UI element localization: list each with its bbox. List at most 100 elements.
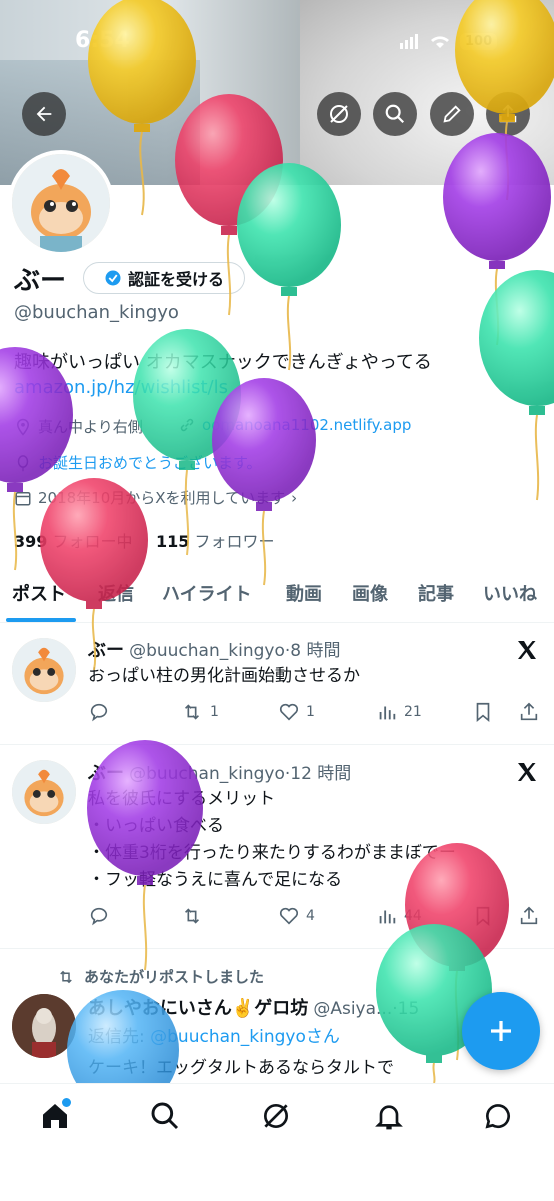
bookmark-button[interactable]: [472, 905, 494, 927]
views-count: 21: [404, 704, 422, 720]
tweet-header: ぶー @buuchan_kingyo·8 時間: [88, 636, 340, 662]
tab-likes[interactable]: いいね: [483, 580, 537, 606]
website-text[interactable]: oomanoana1102.netlify.app: [202, 416, 411, 434]
views-icon: [379, 706, 396, 720]
bookmark-button[interactable]: [472, 701, 494, 723]
repost-button[interactable]: 1: [180, 701, 219, 723]
tweet-author-handle[interactable]: @buuchan_kingyo: [129, 641, 285, 661]
profile-bio: 趣味がいっぱい オカマスナックできんぎょやってる: [14, 352, 432, 373]
following-count: 399: [14, 532, 48, 551]
location-icon: [16, 418, 30, 436]
goldfish-avatar-illustration: [12, 760, 76, 824]
x-logo-icon: [518, 763, 536, 781]
profile-name: ぶー: [14, 266, 67, 296]
reply-prefix: 返信先:: [88, 1027, 151, 1047]
repost-button[interactable]: [180, 905, 204, 927]
share-icon: [520, 702, 538, 721]
get-verified-button[interactable]: 認証を受ける: [83, 262, 245, 294]
tweet-author-name[interactable]: あしやおにいさん✌️ゲロ坊: [88, 998, 308, 1019]
like-icon: [279, 703, 299, 721]
balloon-icon: [17, 454, 29, 471]
tweet-avatar[interactable]: [12, 760, 76, 824]
tweet-avatar[interactable]: [12, 994, 76, 1058]
following-link[interactable]: 399 フォロー中: [14, 528, 133, 552]
calendar-icon: [15, 491, 31, 505]
views-button[interactable]: 21: [376, 701, 422, 723]
tab-replies[interactable]: 返信: [98, 580, 134, 606]
tab-posts[interactable]: ポスト: [12, 580, 66, 606]
like-button[interactable]: 4: [278, 905, 315, 927]
nav-notifications[interactable]: [372, 1100, 406, 1136]
search-button[interactable]: [373, 92, 417, 136]
status-time: 6:54: [75, 28, 130, 53]
share-button[interactable]: [486, 92, 530, 136]
chevron-right-icon: ›: [291, 488, 298, 507]
tab-highlights[interactable]: ハイライト: [162, 580, 252, 606]
tab-images[interactable]: 画像: [352, 580, 388, 606]
views-button[interactable]: 44: [376, 905, 422, 927]
tweet-header: ぶー @buuchan_kingyo·12 時間: [88, 759, 351, 785]
tweet-divider: [0, 948, 554, 949]
nav-search[interactable]: [148, 1100, 182, 1136]
like-icon: [279, 907, 299, 925]
tweet-author-handle[interactable]: @buuchan_kingyo: [129, 764, 285, 784]
followers-count: 115: [156, 532, 190, 551]
search-icon: [151, 1102, 179, 1130]
tweet-avatar[interactable]: [12, 638, 76, 702]
tweet-time: 12 時間: [290, 764, 352, 784]
profile-bio-link[interactable]: amazon.jp/hz/wishlist/ls: [14, 377, 228, 398]
nav-messages[interactable]: [481, 1100, 515, 1136]
profile-handle: @buuchan_kingyo: [14, 302, 179, 323]
tweet-author-name[interactable]: ぶー: [88, 640, 124, 661]
joined-text: 2018年10月からXを利用しています: [38, 489, 286, 507]
balloon-green: [479, 270, 554, 501]
bookmark-icon: [476, 906, 490, 927]
bottom-nav: [0, 1083, 554, 1201]
like-button[interactable]: 1: [278, 701, 315, 723]
views-count: 44: [404, 908, 422, 924]
compose-button[interactable]: [462, 992, 540, 1070]
tweet-text: ケーキ！エッグタルトあるならタルトで: [88, 1058, 394, 1078]
profile-website[interactable]: oomanoana1102.netlify.app: [178, 416, 411, 434]
reply-to-handle[interactable]: @buuchan_kingyoさん: [150, 1027, 340, 1047]
tweet-time: 15: [397, 999, 420, 1019]
get-verified-label: 認証を受ける: [127, 270, 224, 289]
reply-button[interactable]: [88, 701, 110, 723]
bookmark-icon: [476, 702, 490, 723]
tweet-header: あしやおにいさん✌️ゲロ坊 @Asiya...·15: [88, 994, 419, 1020]
reply-context: 返信先: @buuchan_kingyoさん: [88, 1022, 340, 1047]
back-button[interactable]: [22, 92, 66, 136]
birthday-text: お誕生日おめでとうございます。: [38, 454, 262, 472]
repost-indicator: あなたがリポストしました: [56, 966, 264, 987]
user-avatar-illustration: [12, 994, 76, 1058]
views-icon: [379, 910, 396, 924]
tweet-author-handle[interactable]: @Asiya...: [313, 999, 392, 1019]
nav-home[interactable]: [38, 1098, 72, 1136]
profile-tabs: ポスト 返信 ハイライト 動画 画像 記事 いいね: [0, 572, 554, 623]
notifications-icon: [375, 1105, 403, 1130]
reply-button[interactable]: [88, 905, 110, 927]
tweet-author-name[interactable]: ぶー: [88, 763, 124, 784]
followers-link[interactable]: 115 フォロワー: [156, 528, 275, 552]
tab-videos[interactable]: 動画: [286, 580, 322, 606]
nav-grok[interactable]: [259, 1100, 293, 1136]
signal-icon: [400, 34, 418, 49]
repost-icon: [60, 970, 72, 983]
tweet-actions: 4 44: [88, 905, 542, 931]
following-label: フォロー中: [52, 532, 133, 551]
verified-icon: [105, 270, 121, 286]
tweet-text-line: ・いっぱい食べる: [88, 816, 224, 836]
share-tweet-button[interactable]: [518, 701, 540, 723]
active-tab-indicator: [6, 618, 76, 622]
profile-avatar[interactable]: [8, 150, 114, 256]
profile-joined[interactable]: 2018年10月からXを利用しています ›: [14, 487, 297, 508]
like-count: 1: [306, 704, 315, 720]
edit-button[interactable]: [430, 92, 474, 136]
back-icon: [36, 106, 52, 122]
status-icons: 100: [400, 32, 498, 50]
search-icon: [385, 104, 405, 124]
repost-count: 1: [210, 704, 219, 720]
share-tweet-button[interactable]: [518, 905, 540, 927]
grok-button[interactable]: [317, 92, 361, 136]
tab-articles[interactable]: 記事: [418, 580, 454, 606]
